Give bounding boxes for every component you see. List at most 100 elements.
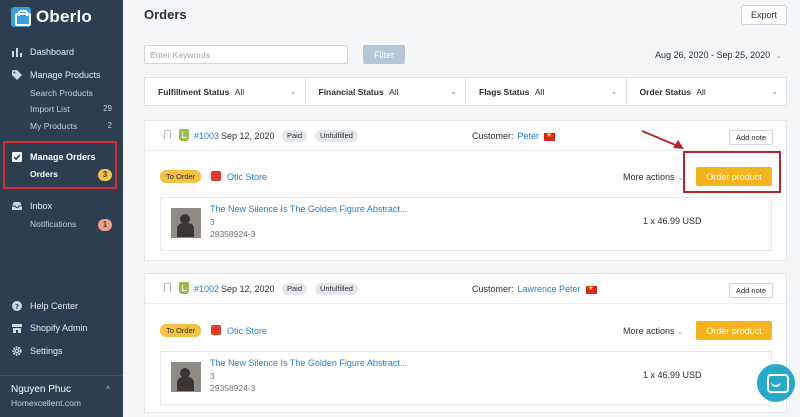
customer-info: Customer: Lawrence Peter [472,284,597,294]
sidebar-item-label: Inbox [30,200,53,211]
date-range-picker[interactable]: Aug 26, 2020 - Sep 25, 2020 ⌄ [655,50,781,60]
highlight-manage-orders [3,141,117,189]
user-menu[interactable]: Nguyen Phuc ^ Homexcellent.com [0,375,123,417]
svg-text:?: ? [14,303,18,311]
product-title[interactable]: The New Silence Is The Golden Figure Abs… [210,358,407,368]
sidebar-item-dashboard[interactable]: Dashboard [11,46,74,57]
store-name[interactable]: Otic Store [227,326,267,336]
customer-label: Customer: [472,131,514,141]
customer-name[interactable]: Lawrence Peter [518,284,581,294]
sidebar-item-manage-products[interactable]: Manage Products [11,69,101,80]
help-icon: ? [11,300,22,311]
order-product-button[interactable]: Order product [696,321,772,340]
vietnam-flag-icon [544,131,556,141]
filter-button[interactable]: Filter [363,45,405,64]
more-actions-dropdown[interactable]: More actions ⌄ [623,326,683,336]
filter-value: All [534,87,545,97]
tag-icon [11,69,22,80]
status-badge: Paid [282,130,308,142]
sidebar-item-label: Help Center [30,300,79,311]
product-title[interactable]: The New Silence Is The Golden Figure Abs… [210,204,407,214]
product-thumbnail[interactable] [171,362,201,392]
product-row: The New Silence Is The Golden Figure Abs… [160,351,772,405]
main-content: Orders Export Filter Aug 26, 2020 - Sep … [123,0,800,417]
store-icon [211,171,221,181]
order-card: #1002 Sep 12, 2020 Paid Unfulfilled Cust… [144,273,787,413]
sidebar-item-label: Settings [30,345,63,356]
order-header: #1002 Sep 12, 2020 Paid Unfulfilled Cust… [145,274,786,304]
status-badge: Unfulfilled [315,283,358,295]
sidebar-item-import-list[interactable]: Import List 29 [30,104,112,114]
bookmark-icon[interactable] [164,283,171,292]
sidebar-item-label: Shopify Admin [30,322,88,333]
filter-value: All [234,87,245,97]
order-number[interactable]: #1002 [194,284,219,294]
chevron-down-icon: ⌄ [775,53,782,60]
customer-name[interactable]: Peter [518,131,540,141]
chevron-down-icon: ⌄ [289,87,297,96]
sidebar-item-inbox[interactable]: Inbox [11,200,52,211]
gear-icon [11,345,22,356]
filter-fulfillment-status[interactable]: Fulfillment Status All ⌄ [145,78,306,105]
chevron-down-icon: ⌄ [450,87,457,96]
date-range-label: Aug 26, 2020 - Sep 25, 2020 [655,50,771,60]
to-order-badge: To Order [160,170,202,183]
sidebar-item-my-products[interactable]: My Products 2 [30,121,112,131]
more-actions-label: More actions [623,326,675,336]
order-date: Sep 12, 2020 [221,284,275,294]
search-input[interactable] [144,45,348,64]
sidebar-subitem-label: Search Products [30,88,93,98]
sidebar-subitem-label: Notifications [30,219,77,229]
sidebar-item-help-center[interactable]: ? Help Center [11,300,78,311]
chevron-down-icon: ⌄ [610,87,618,96]
order-number[interactable]: #1003 [194,131,219,141]
filter-label: Fulfillment Status [158,87,230,97]
filter-label: Flags Status [479,87,530,97]
filter-value: All [696,87,706,97]
shopify-icon [179,129,189,141]
add-note-button[interactable]: Add note [729,283,773,298]
filter-flags-status[interactable]: Flags Status All ⌄ [466,78,627,105]
sidebar-item-settings[interactable]: Settings [11,345,63,356]
export-button[interactable]: Export [741,5,787,25]
inbox-icon [11,200,22,211]
product-quantity: 3 [210,371,215,381]
product-sku: 29358924-3 [210,383,256,393]
filter-order-status[interactable]: Order Status All ⌄ [627,78,787,105]
store-name[interactable]: Otic Store [227,172,267,182]
bookmark-icon[interactable] [164,130,171,139]
product-sku: 29358924-3 [210,229,256,239]
filters-bar: Fulfillment Status All ⌄ Financial Statu… [144,77,787,106]
product-thumbnail[interactable] [171,208,201,238]
product-price: 1 x 46.99 USD [643,370,702,380]
import-list-count: 29 [103,104,112,113]
logo[interactable]: Oberlo [11,7,92,27]
to-order-badge: To Order [160,324,202,337]
customer-info: Customer: Peter [472,131,556,141]
filter-value: All [389,87,399,97]
status-badge: Unfulfilled [315,130,358,142]
product-row: The New Silence Is The Golden Figure Abs… [160,197,772,251]
product-quantity: 3 [210,217,215,227]
highlight-order-product [683,151,781,193]
vietnam-flag-icon [585,284,597,294]
shopify-icon [179,282,189,294]
more-actions-dropdown[interactable]: More actions ⌄ [623,172,683,182]
sidebar: Oberlo Dashboard Manage Products Search … [0,0,123,417]
user-name: Nguyen Phuc [11,384,72,395]
chat-support-icon[interactable] [757,364,795,402]
product-price: 1 x 46.99 USD [643,216,702,226]
sidebar-item-notifications[interactable]: Notifications 1 [30,219,112,231]
status-badge: Paid [282,283,308,295]
sidebar-item-shopify-admin[interactable]: Shopify Admin [11,322,88,333]
chevron-down-icon: ⌄ [677,329,684,336]
filter-financial-status[interactable]: Financial Status All ⌄ [306,78,466,105]
dashboard-icon [11,46,22,57]
logo-text: Oberlo [36,7,92,26]
my-products-count: 2 [107,121,112,130]
add-note-button[interactable]: Add note [729,130,773,145]
customer-label: Customer: [472,284,514,294]
page-title: Orders [144,7,187,22]
sidebar-item-search-products[interactable]: Search Products [30,88,112,98]
filter-label: Financial Status [318,87,384,97]
